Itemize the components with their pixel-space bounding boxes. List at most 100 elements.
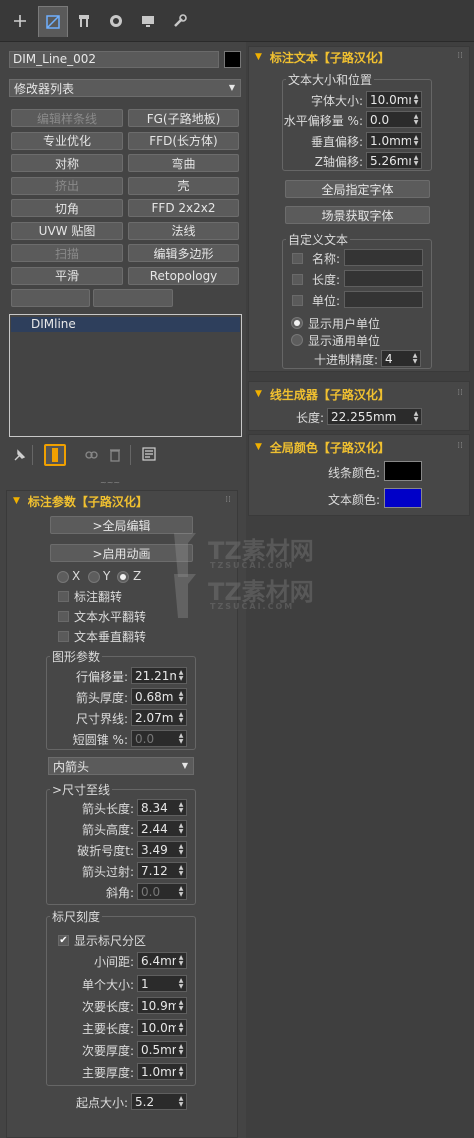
stack-item-dimline[interactable]: DIMline (11, 317, 240, 332)
decimal-precision-spinner[interactable]: 4 ▲ ▼ (381, 350, 421, 367)
arrow-height-spinner[interactable]: 2.44 ▲ ▼ (137, 820, 187, 837)
line-color-swatch[interactable] (384, 461, 422, 481)
modifier-button-6-0[interactable]: 扫描 (11, 244, 123, 262)
line-length-spinner[interactable]: 22.255mm ▲ ▼ (327, 408, 422, 425)
minor-thickness-spinner[interactable]: 0.5mm▲▼ (137, 1041, 187, 1058)
spinner-arrows-icon[interactable]: ▲ ▼ (176, 801, 186, 814)
spinner-arrows-icon[interactable]: ▲ ▼ (176, 690, 186, 703)
spinner-arrows-icon[interactable]: ▲ ▼ (176, 1021, 186, 1034)
text-color-swatch[interactable] (384, 488, 422, 508)
modifier-button-0-1[interactable]: FG(子路地板) (128, 109, 239, 127)
unit-checkbox[interactable] (292, 295, 303, 306)
arrow-type-dropdown[interactable]: 内箭头 ▼ (48, 757, 194, 775)
modifier-button-6-1[interactable]: 编辑多边形 (128, 244, 239, 262)
major-thickness-spinner[interactable]: 1.0mm▲▼ (137, 1063, 187, 1080)
modifier-button-3-1[interactable]: 壳 (128, 176, 239, 195)
modifier-button-4-0[interactable]: 切角 (11, 199, 123, 217)
show-scale-checkbox[interactable]: ✔ (58, 935, 69, 946)
modify-tab[interactable] (38, 6, 68, 37)
global-font-button[interactable]: 全局指定字体 (285, 180, 430, 198)
annotation-params-header[interactable]: ▼ 标注参数【子路汉化】 ⁞⁞ (7, 491, 237, 511)
spinner-arrows-icon[interactable]: ▲ ▼ (176, 822, 186, 835)
arrow-overshoot-spinner[interactable]: 7.12 ▲ ▼ (137, 862, 187, 879)
spinner-arrows-icon[interactable]: ▲ ▼ (411, 154, 421, 167)
modifier-button-4-1[interactable]: FFD 2x2x2 (128, 199, 239, 217)
small-pitch-spinner[interactable]: 6.4mm▲▼ (137, 952, 187, 969)
spinner-arrows-icon[interactable]: ▲ ▼ (411, 93, 421, 106)
z-offset-spinner[interactable]: 5.26mm▲▼ (366, 152, 422, 169)
major-length-spinner[interactable]: 10.0m ▲ ▼ (137, 1019, 187, 1036)
show-user-unit-radio[interactable] (291, 317, 303, 329)
spinner-arrows-icon[interactable]: ▲ ▼ (176, 864, 186, 877)
arrow-thickness-spinner[interactable]: 0.68m ▲ ▼ (131, 688, 187, 705)
start-size-spinner[interactable]: 5.2 ▲ ▼ (131, 1093, 187, 1110)
modifier-button-2-1[interactable]: 弯曲 (128, 154, 239, 172)
unit-field[interactable] (344, 291, 423, 308)
font-size-spinner[interactable]: 10.0mm▲▼ (366, 91, 422, 108)
spinner-arrows-icon[interactable]: ▲ ▼ (176, 1065, 186, 1078)
row-offset-spinner[interactable]: 21.21m ▲ ▼ (131, 667, 187, 684)
empty-button-2[interactable] (93, 289, 173, 307)
modifier-button-0-0[interactable]: 编辑样条线 (11, 109, 123, 127)
configure-sets-icon[interactable] (142, 447, 156, 464)
modifier-list-dropdown[interactable]: 修改器列表 ▼ (9, 79, 241, 97)
global-color-header[interactable]: ▼ 全局颜色【子路汉化】 ⁞⁞ (249, 437, 469, 457)
spinner-arrows-icon[interactable]: ▲ ▼ (176, 954, 186, 967)
utilities-tab[interactable] (166, 6, 194, 36)
spinner-arrows-icon[interactable]: ▲ ▼ (176, 999, 186, 1012)
unit-size-spinner[interactable]: 1 ▲ ▼ (137, 975, 187, 992)
spinner-arrows-icon[interactable]: ▲ ▼ (411, 410, 421, 423)
object-name-input[interactable]: DIM_Line_002 (9, 51, 219, 68)
display-tab[interactable] (134, 6, 162, 36)
trash-icon[interactable] (108, 447, 122, 466)
name-field[interactable] (344, 249, 423, 266)
length-checkbox[interactable] (292, 274, 303, 285)
slope-spinner[interactable]: 0.0 ▲ ▼ (137, 883, 187, 900)
axis-x-radio[interactable] (57, 571, 69, 583)
spinner-arrows-icon[interactable]: ▲ ▼ (176, 732, 186, 745)
show-general-unit-radio[interactable] (291, 334, 303, 346)
dimension-line-spinner[interactable]: 2.07m ▲ ▼ (131, 709, 187, 726)
scene-font-button[interactable]: 场景获取字体 (285, 206, 430, 224)
spinner-arrows-icon[interactable]: ▲ ▼ (176, 711, 186, 724)
spinner-arrows-icon[interactable]: ▲ ▼ (410, 352, 420, 365)
modifier-button-3-0[interactable]: 挤出 (11, 176, 123, 195)
make-unique-icon[interactable] (84, 448, 98, 465)
spinner-arrows-icon[interactable]: ▲ ▼ (176, 843, 186, 856)
object-color-swatch[interactable] (224, 51, 241, 68)
axis-z-radio[interactable] (117, 571, 129, 583)
spinner-arrows-icon[interactable]: ▲ ▼ (176, 885, 186, 898)
v-offset-spinner[interactable]: 1.0mm ▲ ▼ (366, 132, 422, 149)
hierarchy-tab[interactable] (70, 6, 98, 36)
flip-annotation-checkbox[interactable] (58, 591, 69, 602)
spinner-arrows-icon[interactable]: ▲ ▼ (176, 1095, 186, 1108)
create-tab[interactable] (6, 6, 34, 36)
empty-button-1[interactable] (11, 289, 90, 307)
line-generator-header[interactable]: ▼ 线生成器【子路汉化】 ⁞⁞ (249, 384, 469, 404)
flip-text-h-checkbox[interactable] (58, 611, 69, 622)
name-checkbox[interactable] (292, 253, 303, 264)
motion-tab[interactable] (102, 6, 130, 36)
h-offset-spinner[interactable]: 0.0 ▲ ▼ (366, 111, 422, 128)
minor-length-spinner[interactable]: 10.9m ▲ ▼ (137, 997, 187, 1014)
modifier-button-7-0[interactable]: 平滑 (11, 266, 123, 285)
modifier-button-1-1[interactable]: FFD(长方体) (128, 131, 239, 150)
flip-text-v-checkbox[interactable] (58, 631, 69, 642)
short-cone-spinner[interactable]: 0.0 ▲ ▼ (131, 730, 187, 747)
show-end-result-icon[interactable] (44, 444, 66, 466)
spinner-arrows-icon[interactable]: ▲ ▼ (176, 977, 186, 990)
axis-y-radio[interactable] (88, 571, 100, 583)
modifier-button-2-0[interactable]: 对称 (11, 154, 123, 172)
spinner-arrows-icon[interactable]: ▲ ▼ (411, 134, 421, 147)
modifier-button-1-0[interactable]: 专业优化 (11, 131, 123, 150)
spinner-arrows-icon[interactable]: ▲ ▼ (176, 669, 186, 682)
annotation-text-header[interactable]: ▼ 标注文本【子路汉化】 ⁞⁞ (249, 47, 469, 67)
modifier-button-5-1[interactable]: 法线 (128, 221, 239, 240)
modifier-button-7-1[interactable]: Retopology (128, 266, 239, 285)
spinner-arrows-icon[interactable]: ▲ ▼ (411, 113, 421, 126)
pin-stack-icon[interactable] (12, 448, 26, 465)
modifier-stack[interactable]: DIMline (9, 314, 242, 437)
length-field[interactable] (344, 270, 423, 287)
spinner-arrows-icon[interactable]: ▲ ▼ (176, 1043, 186, 1056)
break-spinner[interactable]: 3.49 ▲ ▼ (137, 841, 187, 858)
